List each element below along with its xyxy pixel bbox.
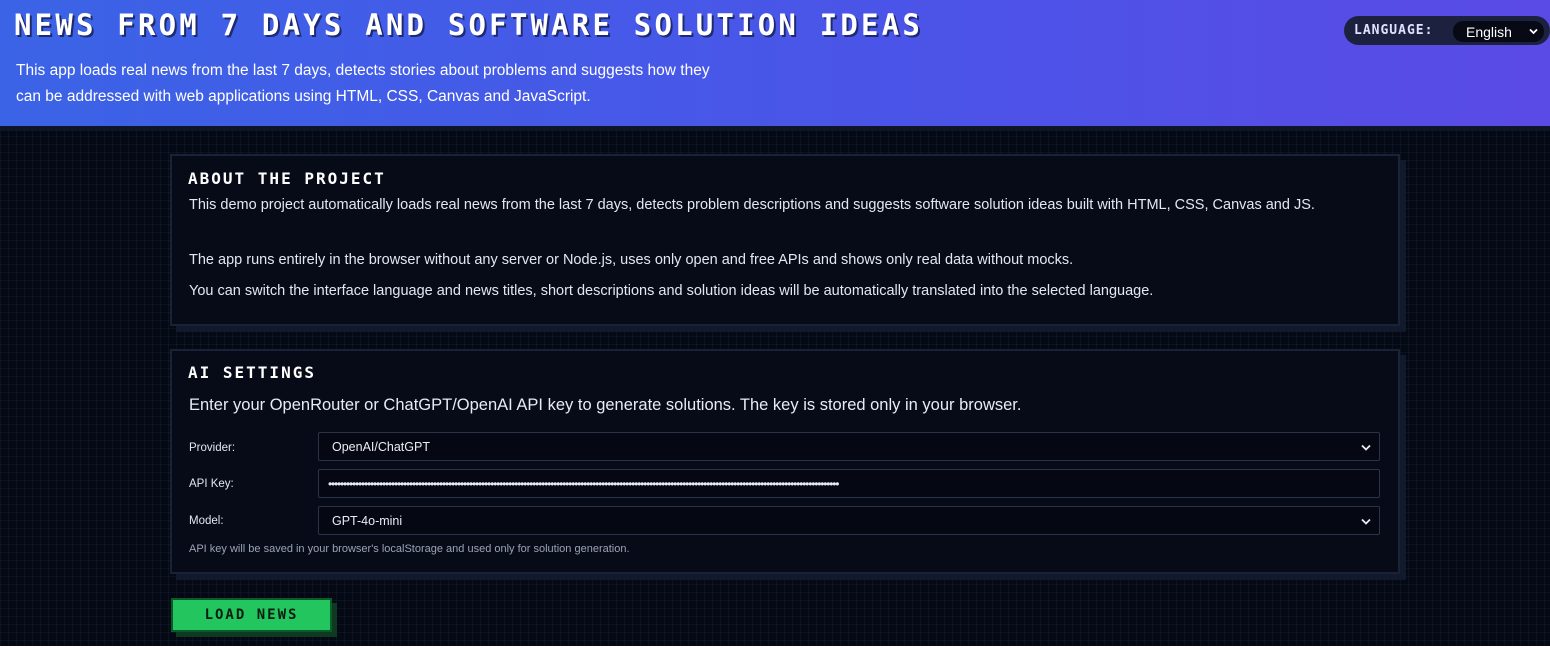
load-news-button[interactable]: LOAD NEWS bbox=[171, 598, 332, 632]
bottom-divider bbox=[0, 646, 1550, 650]
api-key-note: API key will be saved in your browser's … bbox=[189, 543, 630, 555]
language-select[interactable]: English bbox=[1453, 21, 1544, 42]
provider-select[interactable]: OpenAI/ChatGPT bbox=[318, 432, 1380, 461]
about-panel: ABOUT THE PROJECT This demo project auto… bbox=[170, 154, 1400, 326]
api-key-input[interactable]: ••••••••••••••••••••••••••••••••••••••••… bbox=[318, 469, 1380, 498]
page-subtitle: This app loads real news from the last 7… bbox=[16, 62, 710, 105]
about-paragraph: You can switch the interface language an… bbox=[189, 283, 1154, 299]
chevron-down-icon bbox=[1529, 28, 1538, 35]
about-paragraph: The app runs entirely in the browser wit… bbox=[189, 252, 1074, 268]
page: NEWS FROM 7 DAYS AND SOFTWARE SOLUTION I… bbox=[0, 0, 1550, 650]
page-title: NEWS FROM 7 DAYS AND SOFTWARE SOLUTION I… bbox=[14, 8, 924, 42]
api-key-value: ••••••••••••••••••••••••••••••••••••••••… bbox=[328, 476, 839, 491]
model-select[interactable]: GPT-4o-mini bbox=[318, 506, 1380, 535]
header: NEWS FROM 7 DAYS AND SOFTWARE SOLUTION I… bbox=[0, 0, 1550, 126]
about-paragraph: This demo project automatically loads re… bbox=[189, 197, 1315, 213]
api-key-label: API Key: bbox=[189, 478, 234, 490]
ai-settings-description: Enter your OpenRouter or ChatGPT/OpenAI … bbox=[189, 396, 1022, 414]
ai-settings-heading: AI SETTINGS bbox=[188, 363, 316, 382]
ai-settings-panel: AI SETTINGS Enter your OpenRouter or Cha… bbox=[170, 349, 1400, 574]
language-select-value: English bbox=[1466, 23, 1512, 40]
chevron-down-icon bbox=[1361, 444, 1371, 451]
about-heading: ABOUT THE PROJECT bbox=[188, 169, 386, 188]
chevron-down-icon bbox=[1361, 518, 1371, 525]
language-switcher: LANGUAGE: English bbox=[1344, 16, 1550, 45]
model-label: Model: bbox=[189, 515, 224, 527]
model-select-value: GPT-4o-mini bbox=[332, 513, 403, 528]
provider-select-value: OpenAI/ChatGPT bbox=[332, 439, 430, 454]
language-label: LANGUAGE: bbox=[1354, 23, 1434, 38]
provider-label: Provider: bbox=[189, 442, 236, 454]
